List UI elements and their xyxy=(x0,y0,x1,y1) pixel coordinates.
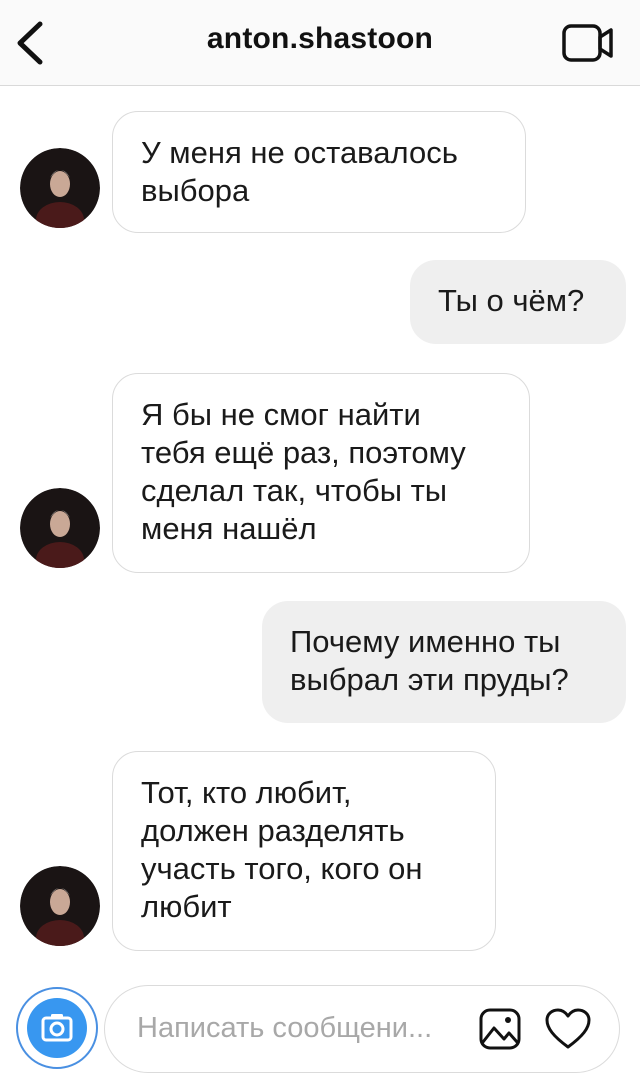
avatar[interactable] xyxy=(20,488,100,568)
chat-title[interactable]: anton.shastoon xyxy=(0,22,640,56)
chat-screen: anton.shastoon У меня не оставалось выбо… xyxy=(0,0,640,1086)
camera-icon xyxy=(41,1014,73,1042)
heart-icon xyxy=(545,1008,591,1049)
message-input-placeholder: Написать сообщени... xyxy=(137,1012,433,1044)
camera-button[interactable] xyxy=(16,987,98,1069)
message-bubble-outgoing[interactable]: Ты о чём? xyxy=(410,260,626,344)
gallery-icon xyxy=(479,1008,521,1050)
message-bubble-incoming[interactable]: У меня не оставалось выбора xyxy=(112,111,526,233)
message-bubble-incoming[interactable]: Тот, кто любит, должен разделять участь … xyxy=(112,751,496,951)
avatar[interactable] xyxy=(20,148,100,228)
message-input[interactable]: Написать сообщени... xyxy=(104,985,620,1073)
message-bubble-outgoing[interactable]: Почему именно ты выбрал эти пруды? xyxy=(262,601,626,723)
avatar[interactable] xyxy=(20,866,100,946)
chat-header: anton.shastoon xyxy=(0,0,640,86)
message-bubble-incoming[interactable]: Я бы не смог найти тебя ещё раз, поэтому… xyxy=(112,373,530,573)
video-call-button[interactable] xyxy=(560,20,616,66)
message-composer: Написать сообщени... xyxy=(0,975,640,1086)
gallery-button[interactable] xyxy=(477,1006,523,1052)
video-camera-icon xyxy=(562,24,613,62)
like-button[interactable] xyxy=(543,1006,593,1052)
